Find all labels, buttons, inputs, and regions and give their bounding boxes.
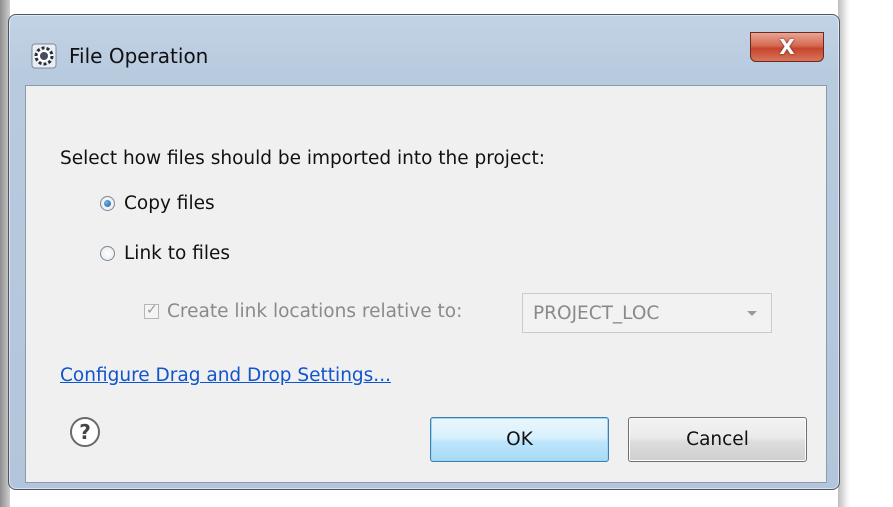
dialog-content: Select how files should be imported into… (25, 85, 827, 483)
cancel-button[interactable]: Cancel (628, 417, 807, 462)
dialog-title: File Operation (69, 44, 209, 68)
drag-drop-settings-link[interactable]: Configure Drag and Drop Settings... (60, 365, 391, 386)
relative-location-option: Create link locations relative to: (144, 301, 462, 322)
copy-files-radio[interactable] (100, 196, 115, 211)
relative-location-dropdown: PROJECT_LOC (522, 293, 772, 333)
title-bar[interactable]: File Operation X (9, 15, 839, 83)
help-icon[interactable]: ? (70, 417, 100, 447)
relative-location-label: Create link locations relative to: (167, 301, 463, 322)
chevron-down-icon (747, 310, 757, 316)
ok-button[interactable]: OK (430, 417, 609, 462)
copy-files-label: Copy files (124, 193, 215, 214)
link-files-label: Link to files (124, 243, 231, 264)
link-files-radio[interactable] (100, 246, 115, 261)
gear-icon (31, 43, 57, 69)
file-operation-dialog: File Operation X Select how files should… (8, 14, 840, 490)
copy-files-option[interactable]: Copy files (100, 193, 215, 214)
link-files-option[interactable]: Link to files (100, 243, 230, 264)
relative-location-checkbox (144, 302, 159, 319)
relative-location-value: PROJECT_LOC (533, 302, 660, 324)
close-button[interactable]: X (750, 32, 824, 62)
import-prompt: Select how files should be imported into… (60, 148, 545, 169)
